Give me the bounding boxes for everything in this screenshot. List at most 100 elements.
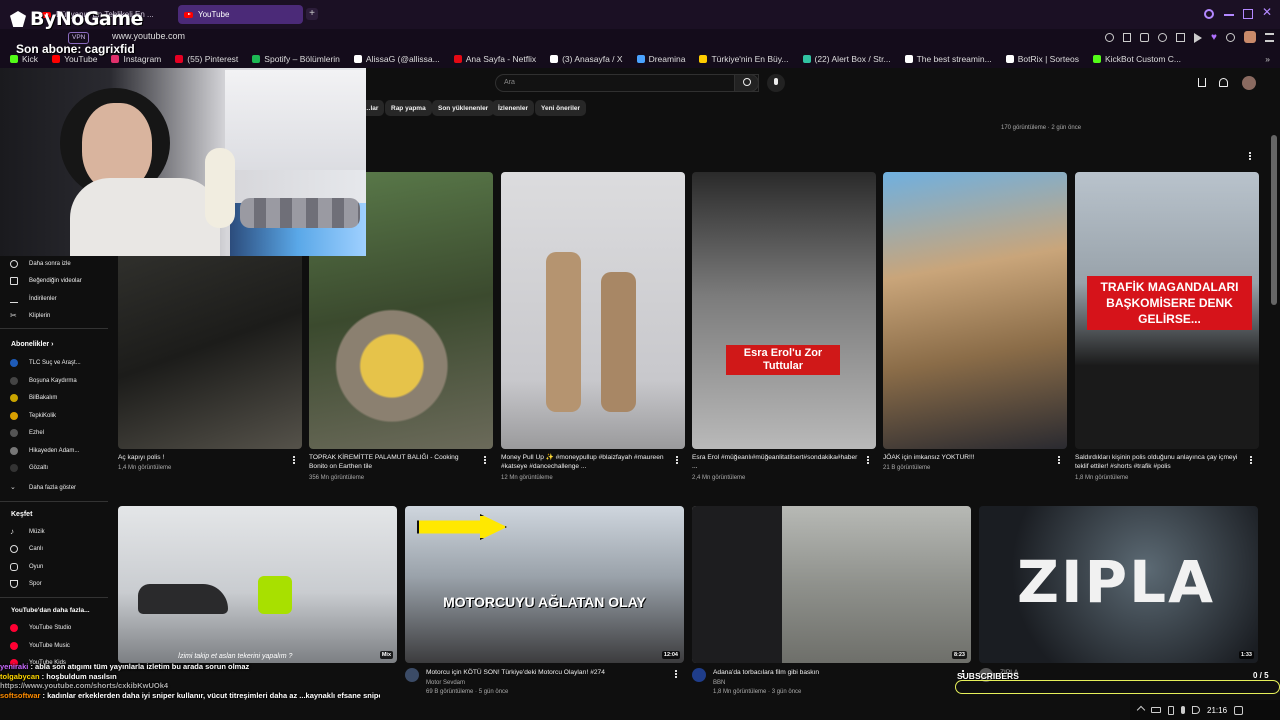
bookmark-item[interactable]: Ana Sayfa - Netflix bbox=[453, 54, 536, 64]
stream-logo: ByNoGame bbox=[10, 8, 143, 30]
logo-icon bbox=[10, 11, 26, 27]
notifications-icon[interactable] bbox=[1234, 705, 1244, 715]
new-tab-button[interactable]: + bbox=[306, 8, 318, 20]
sidebar-item-gaming[interactable]: Oyun bbox=[10, 563, 43, 571]
channel-avatar[interactable] bbox=[692, 668, 706, 682]
bookmark-item[interactable]: Dreamina bbox=[636, 54, 685, 64]
close-icon[interactable]: ✕ bbox=[1262, 5, 1272, 19]
car-shape bbox=[138, 584, 228, 614]
zoom-icon[interactable] bbox=[1105, 33, 1114, 42]
avatar[interactable] bbox=[1243, 31, 1256, 43]
bookmark-item[interactable]: Spotify – Bölümlerin bbox=[252, 54, 340, 64]
tab-youtube[interactable]: YouTube bbox=[178, 5, 303, 24]
heart-icon[interactable]: ♥ bbox=[1211, 33, 1217, 43]
url-field[interactable]: www.youtube.com bbox=[112, 31, 185, 41]
channel-avatar[interactable] bbox=[405, 668, 419, 682]
chip[interactable]: Yeni öneriler bbox=[535, 100, 587, 116]
sidebar-item-sports[interactable]: Spor bbox=[10, 580, 42, 588]
mic-icon[interactable] bbox=[1181, 706, 1185, 714]
short-views: 356 Mn görüntüleme bbox=[309, 475, 365, 481]
video-thumbnail[interactable]: 8:23 bbox=[692, 506, 971, 663]
more-options-icon[interactable] bbox=[675, 670, 677, 678]
sidebar-item-music[interactable]: ♪ Müzik bbox=[10, 528, 45, 536]
bookmark-item[interactable]: AlissaG (@allissa... bbox=[353, 54, 440, 64]
bookmark-item[interactable]: Türkiye'nin En Büy... bbox=[699, 54, 789, 64]
short-title[interactable]: Saldırdıkları kişinin polis olduğunu anl… bbox=[1075, 453, 1243, 471]
bookmark-icon[interactable] bbox=[1123, 33, 1131, 42]
short-title[interactable]: Money Pull Up ✨ #moneypullup #blaizfayah… bbox=[501, 453, 669, 471]
more-options-icon[interactable] bbox=[293, 456, 295, 464]
chip[interactable]: Rap yapma bbox=[385, 100, 432, 116]
bookmark-item[interactable]: BotRix | Sorteos bbox=[1005, 54, 1079, 64]
scrollbar-thumb[interactable] bbox=[1271, 135, 1277, 305]
speaker-icon[interactable] bbox=[1192, 706, 1200, 714]
subscription-item[interactable]: Ezhel bbox=[10, 429, 44, 437]
sidebar-item-liked[interactable]: Beğendiğin videolar bbox=[10, 277, 82, 285]
usb-icon[interactable] bbox=[1168, 705, 1174, 715]
sidebar-item-watch-later[interactable]: Daha sonra izle bbox=[10, 260, 71, 268]
bookmark-item[interactable]: (22) Alert Box / Str... bbox=[802, 54, 891, 64]
sidebar-item-downloads[interactable]: İndirilenler bbox=[10, 295, 57, 303]
sidebar-item-music-app[interactable]: YouTube Music bbox=[10, 642, 70, 650]
subscription-item[interactable]: Gözaltı bbox=[10, 464, 48, 472]
maximize-icon[interactable] bbox=[1243, 9, 1253, 19]
keyboard-icon[interactable] bbox=[1151, 707, 1161, 713]
bookmark-item[interactable]: (3) Anasayfa / X bbox=[550, 54, 623, 64]
more-options-icon[interactable] bbox=[1250, 456, 1252, 464]
chip[interactable]: İzlenenler bbox=[492, 100, 534, 116]
search-input[interactable]: Ara bbox=[495, 74, 759, 92]
more-options-icon[interactable] bbox=[676, 456, 678, 464]
short-thumbnail[interactable]: TRAFİK MAGANDALARI BAŞKOMİSERE DENK GELİ… bbox=[1075, 172, 1259, 449]
search-icon[interactable] bbox=[1204, 9, 1214, 19]
capture-icon[interactable] bbox=[1176, 33, 1185, 42]
video-title[interactable]: ZIPLA bbox=[1000, 668, 1240, 677]
account-avatar[interactable] bbox=[1242, 76, 1256, 90]
chat-overlay: yeniraki : abla son atıgımı tüm yayınlar… bbox=[0, 662, 380, 720]
video-title[interactable]: Motorcu için KÖTÜ SON! Türkiye'deki Moto… bbox=[426, 668, 671, 677]
short-thumbnail[interactable] bbox=[883, 172, 1067, 449]
subscription-item[interactable]: BilBakalım bbox=[10, 394, 57, 402]
bookmarks-overflow-icon[interactable]: » bbox=[1265, 54, 1270, 64]
menu-icon[interactable] bbox=[1264, 33, 1274, 42]
sidebar-item-studio[interactable]: YouTube Studio bbox=[10, 624, 71, 632]
bookmark-item[interactable]: KickBot Custom C... bbox=[1092, 54, 1181, 64]
shield-icon[interactable] bbox=[1158, 33, 1167, 42]
short-title[interactable]: TOPRAK KİREMİTTE PALAMUT BALIĞI - Cookin… bbox=[309, 453, 477, 471]
mic-button[interactable] bbox=[767, 74, 785, 92]
subscription-item[interactable]: Hikayeden Adam... bbox=[10, 446, 79, 455]
channel-name[interactable]: BBN bbox=[713, 680, 725, 686]
more-options-icon[interactable] bbox=[867, 456, 869, 464]
short-thumbnail[interactable] bbox=[501, 172, 685, 449]
more-options-icon[interactable] bbox=[1249, 152, 1251, 160]
bookmark-item[interactable]: The best streamin... bbox=[904, 54, 992, 64]
duration-badge: 1:33 bbox=[1238, 651, 1254, 659]
extension-icon[interactable] bbox=[1140, 33, 1149, 42]
subscription-item[interactable]: TLC Suç ve Araşt... bbox=[10, 359, 81, 367]
play-icon[interactable] bbox=[1194, 33, 1202, 43]
upload-icon[interactable] bbox=[1198, 78, 1206, 87]
minimize-icon[interactable] bbox=[1224, 14, 1234, 16]
more-options-icon[interactable] bbox=[1058, 456, 1060, 464]
more-options-icon[interactable] bbox=[484, 456, 486, 464]
video-thumbnail[interactable]: İzimi takip et aslan tekerini yapalım ? … bbox=[118, 506, 397, 663]
bookmark-item[interactable]: (55) Pinterest bbox=[175, 54, 238, 64]
short-title[interactable]: Aç kapıyı polis ! bbox=[118, 453, 283, 462]
sidebar-item-live[interactable]: Canlı bbox=[10, 545, 43, 553]
chip[interactable]: Son yüklenenler bbox=[432, 100, 495, 116]
show-more-button[interactable]: ⌄ Daha fazla göster bbox=[10, 484, 76, 492]
video-thumbnail[interactable]: ZIPLA 1:33 bbox=[979, 506, 1258, 663]
channel-name[interactable]: Motor Sevdam bbox=[426, 680, 465, 686]
short-thumbnail[interactable]: Esra Erol'u Zor Tuttular bbox=[692, 172, 876, 449]
bell-icon[interactable] bbox=[1219, 78, 1228, 87]
subscriptions-header[interactable]: Abonelikler › bbox=[11, 341, 53, 348]
short-title[interactable]: Esra Erol #müğeanlı#müğeanlitatilsert#so… bbox=[692, 453, 860, 471]
profile-icon[interactable] bbox=[1225, 33, 1235, 42]
subscription-item[interactable]: TepkiKolik bbox=[10, 411, 56, 420]
video-thumbnail[interactable]: MOTORCUYU AĞLATAN OLAY 12:04 bbox=[405, 506, 684, 663]
tray-chevron-icon[interactable] bbox=[1136, 705, 1146, 715]
search-button[interactable] bbox=[734, 74, 759, 92]
subscription-item[interactable]: Boşuna Kaydırma bbox=[10, 376, 77, 385]
sidebar-item-clips[interactable]: ✂ Kliplerin bbox=[10, 312, 50, 320]
short-title[interactable]: JÖAK için imkansız YOKTUR!!! bbox=[883, 453, 1051, 462]
video-title[interactable]: Adana'da torbacılara film gibi baskın bbox=[713, 668, 958, 677]
